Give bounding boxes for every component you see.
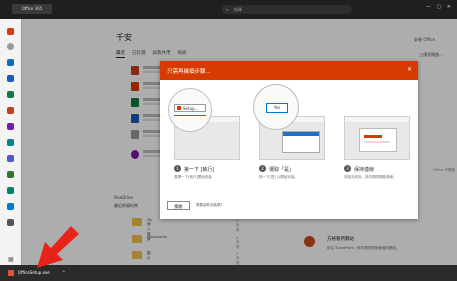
red-pointer-arrow	[37, 226, 79, 268]
office-logo-icon	[177, 106, 181, 110]
step-3-desc: 安裝完成後，請勿關閉網路連線。	[344, 175, 397, 179]
step-1-desc: 選擇一下[執行]開始安裝	[174, 175, 212, 179]
progress-window	[359, 128, 397, 152]
magnifier-2: Yes	[253, 84, 299, 130]
planner-icon[interactable]	[7, 171, 14, 178]
title-bar: Office 365 ⌕ 搜尋 — ▢ ✕	[0, 0, 457, 19]
yes-button-preview: Yes	[266, 103, 288, 113]
chevron-up-icon[interactable]: ^	[62, 269, 65, 277]
step-2-desc: 按一下[是] 以開始安裝。	[259, 175, 298, 179]
dialog-header: 只需再幾個步驟... ✕	[160, 61, 418, 80]
close-button[interactable]: 關閉	[167, 201, 190, 210]
onenote-icon[interactable]	[7, 123, 14, 130]
powerpoint-icon[interactable]	[7, 107, 14, 114]
dialog-title: 只需再幾個步驟...	[167, 69, 211, 75]
window-controls[interactable]: — ▢ ✕	[426, 4, 453, 10]
step-3-label: 保持連線	[354, 167, 375, 173]
office-logo-icon[interactable]	[8, 270, 14, 276]
arrow-shape	[37, 226, 79, 268]
help-link[interactable]: 需要協助安裝嗎?	[196, 203, 222, 208]
magnifier-1: Setup...	[168, 88, 212, 132]
mail-icon[interactable]	[7, 59, 14, 66]
grid-icon[interactable]: ▦	[8, 256, 14, 263]
step-2-number: 2	[259, 165, 266, 172]
app-rail	[0, 19, 22, 265]
teams-icon[interactable]	[7, 155, 14, 162]
forms-icon[interactable]	[7, 187, 14, 194]
download-item[interactable]: OfficeSetup.exe	[18, 269, 50, 277]
add-icon[interactable]	[7, 43, 14, 50]
step-1-number: 1	[174, 165, 181, 172]
step-2-label: 選取「是」	[269, 167, 295, 173]
search-text: 搜尋	[234, 7, 242, 12]
search-icon: ⌕	[226, 7, 229, 12]
home-icon[interactable]	[7, 28, 14, 35]
uac-window	[282, 131, 320, 153]
setup-prompt: Setup...	[174, 104, 206, 112]
close-icon[interactable]: ✕	[407, 66, 412, 73]
sharepoint-rail-icon[interactable]	[7, 139, 14, 146]
calendar-icon[interactable]	[7, 203, 14, 210]
step-3-screenshot	[344, 116, 410, 160]
word-icon[interactable]	[7, 75, 14, 82]
install-dialog: 只需再幾個步驟... ✕ Setup... 1 第一下 [執行] 選擇一下[執行…	[160, 61, 418, 219]
app-chip[interactable]: Office 365	[12, 4, 52, 14]
apps-icon[interactable]	[7, 219, 14, 226]
setup-underline	[174, 115, 206, 116]
search-box[interactable]: ⌕ 搜尋	[222, 5, 352, 14]
excel-icon[interactable]	[7, 91, 14, 98]
step-3-number: 3	[344, 165, 351, 172]
step-1-label: 第一下 [執行]	[184, 167, 215, 173]
